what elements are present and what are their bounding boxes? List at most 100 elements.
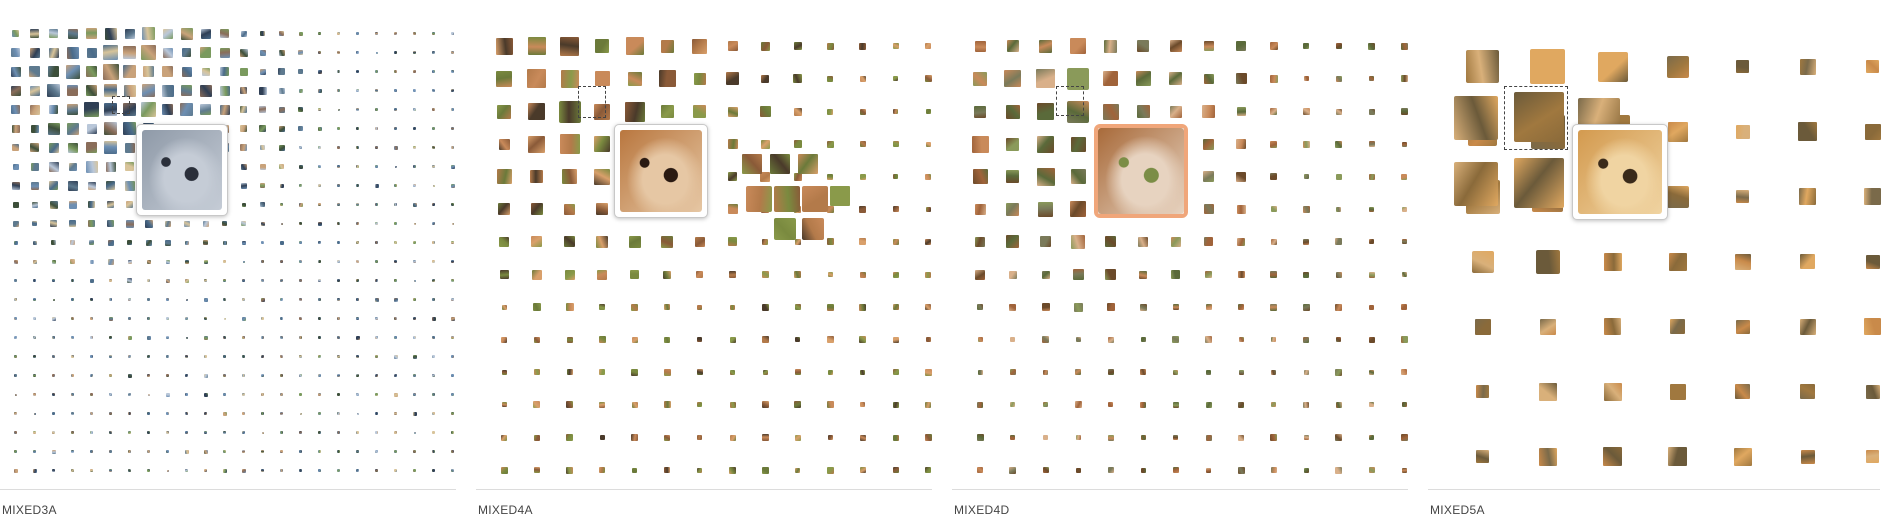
activation-thumbnail — [1042, 467, 1049, 474]
activation-thumbnail — [185, 355, 188, 358]
activation-thumbnail — [1203, 73, 1214, 84]
activation-thumbnail — [49, 200, 58, 209]
activation-thumbnail — [261, 450, 264, 453]
activation-thumbnail — [51, 316, 56, 321]
activation-thumbnail — [1368, 271, 1375, 278]
activation-thumbnail — [219, 104, 230, 115]
activation-thumbnail — [802, 218, 824, 240]
activation-thumbnail — [1668, 447, 1687, 466]
activation-thumbnail — [141, 102, 156, 117]
activation-thumbnail — [318, 412, 321, 415]
activation-thumbnail — [762, 238, 769, 245]
activation-thumbnail — [413, 374, 416, 377]
activation-thumbnail — [1302, 140, 1310, 148]
activation-thumbnail — [279, 164, 284, 169]
activation-thumbnail — [594, 136, 611, 153]
activation-thumbnail — [261, 317, 264, 320]
activation-thumbnail — [498, 203, 511, 216]
activation-thumbnail — [299, 393, 302, 396]
activation-thumbnail — [103, 45, 118, 60]
activation-thumbnail — [13, 240, 18, 245]
activation-thumbnail — [107, 220, 114, 227]
activation-thumbnail — [90, 412, 93, 415]
zoomed-feature-image — [620, 130, 702, 212]
activation-thumbnail — [892, 369, 899, 376]
activation-thumbnail — [14, 336, 17, 339]
activation-thumbnail — [1603, 447, 1622, 466]
activation-thumbnail — [261, 241, 264, 244]
activation-thumbnail — [318, 203, 321, 206]
activation-thumbnail — [242, 279, 245, 282]
activation-thumbnail — [70, 240, 75, 245]
activation-thumbnail — [412, 354, 417, 359]
zoomed-feature-image — [1578, 130, 1662, 214]
activation-thumbnail — [394, 222, 397, 225]
activation-thumbnail — [127, 335, 132, 340]
activation-thumbnail — [71, 431, 74, 434]
activation-thumbnail — [222, 411, 227, 416]
activation-thumbnail — [299, 317, 302, 320]
activation-thumbnail — [560, 69, 579, 88]
activation-thumbnail — [32, 468, 37, 473]
activation-thumbnail — [52, 336, 55, 339]
activation-thumbnail — [71, 298, 74, 301]
activation-thumbnail — [1236, 171, 1247, 182]
activation-thumbnail — [658, 70, 676, 88]
activation-thumbnail — [451, 146, 454, 149]
activation-thumbnail — [1735, 384, 1750, 399]
activation-thumbnail — [241, 468, 246, 473]
activation-thumbnail — [219, 47, 230, 58]
activation-thumbnail — [413, 184, 416, 187]
activation-thumbnail — [318, 393, 321, 396]
activation-thumbnail — [1401, 206, 1407, 212]
activation-thumbnail — [1335, 466, 1343, 474]
activation-thumbnail — [203, 449, 208, 454]
activation-thumbnail — [203, 240, 208, 245]
activation-thumbnail — [501, 402, 507, 408]
activation-thumbnail — [393, 354, 398, 359]
activation-thumbnail — [337, 279, 340, 282]
panel-label-mixed4d: MIXED4D — [954, 503, 1010, 517]
activation-thumbnail — [299, 146, 302, 149]
activation-thumbnail — [33, 374, 36, 377]
activation-thumbnail — [1369, 76, 1374, 82]
activation-thumbnail — [794, 238, 801, 245]
activation-thumbnail — [279, 183, 284, 188]
activation-thumbnail — [146, 259, 151, 264]
activation-thumbnail — [337, 431, 340, 434]
activation-thumbnail — [356, 146, 359, 149]
activation-thumbnail — [596, 235, 609, 248]
activation-thumbnail — [33, 355, 36, 358]
activation-thumbnail — [279, 31, 284, 36]
activation-thumbnail — [223, 317, 226, 320]
activation-thumbnail — [337, 355, 340, 358]
activation-thumbnail — [728, 237, 737, 247]
activation-thumbnail — [147, 279, 150, 282]
activation-thumbnail — [14, 374, 17, 377]
activation-thumbnail — [165, 392, 170, 397]
activation-thumbnail — [375, 260, 378, 263]
activation-thumbnail — [1368, 108, 1375, 115]
activation-thumbnail — [1666, 185, 1689, 208]
activation-thumbnail — [318, 317, 321, 320]
highlighted-zoom-preview — [1094, 124, 1188, 218]
activation-thumbnail — [1172, 336, 1180, 344]
activation-thumbnail — [33, 431, 36, 434]
activation-thumbnail — [393, 392, 398, 397]
activation-thumbnail — [1203, 204, 1214, 215]
activation-thumbnail — [242, 450, 245, 453]
activation-thumbnail — [166, 412, 169, 415]
activation-thumbnail — [859, 238, 867, 246]
activation-thumbnail — [33, 298, 36, 301]
activation-thumbnail — [394, 203, 397, 206]
activation-thumbnail — [30, 181, 39, 190]
activation-thumbnail — [69, 220, 76, 227]
activation-thumbnail — [1669, 383, 1686, 400]
activation-thumbnail — [185, 393, 188, 396]
activation-thumbnail — [278, 144, 285, 151]
activation-thumbnail — [827, 272, 833, 277]
activation-thumbnail — [432, 374, 435, 377]
activation-thumbnail — [1037, 135, 1054, 153]
activation-thumbnail — [356, 108, 359, 111]
activation-thumbnail — [975, 269, 986, 280]
